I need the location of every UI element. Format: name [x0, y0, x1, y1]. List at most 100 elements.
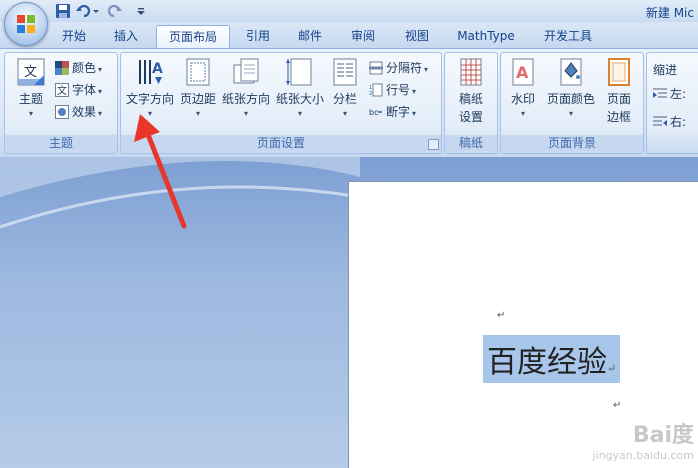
page-borders-button[interactable]: 页面 边框: [599, 57, 639, 125]
tab-developer[interactable]: 开发工具: [532, 25, 604, 47]
group-manuscript: 稿纸 设置 稿纸: [444, 52, 498, 154]
hyphenation-label: 断字: [386, 105, 411, 119]
theme-fonts-label: 字体: [72, 83, 97, 97]
document-area: ↵ 百度经验↵ ↵ Bai度 jingyan.baidu.com: [0, 157, 698, 468]
tab-references[interactable]: 引用: [236, 25, 280, 47]
selected-text[interactable]: 百度经验↵: [483, 335, 621, 383]
chevron-down-icon: ▾: [568, 109, 573, 118]
paragraph-mark: ↵: [497, 310, 506, 321]
chevron-down-icon: ▾: [28, 109, 33, 118]
svg-text:2: 2: [369, 91, 372, 97]
indent-right-icon: [653, 116, 667, 126]
window-title: 新建 Mic: [645, 6, 694, 20]
indent-right-field[interactable]: 右:: [653, 113, 686, 131]
chevron-down-icon: ▾: [297, 109, 302, 118]
group-label-page-setup: 页面设置: [121, 135, 441, 151]
indent-left-field[interactable]: 左:: [653, 85, 686, 103]
margins-label: 页边距: [179, 92, 216, 106]
indent-left-label: 左:: [670, 87, 687, 101]
page-borders-icon: [608, 58, 630, 86]
redo-icon[interactable]: [106, 3, 122, 19]
margins-button[interactable]: 页边距 ▾: [177, 57, 219, 118]
baidu-watermark: Bai度 jingyan.baidu.com: [534, 417, 694, 462]
undo-icon[interactable]: [76, 3, 92, 19]
tab-mathtype[interactable]: MathType: [448, 25, 524, 47]
manuscript-icon: [460, 58, 482, 86]
chevron-down-icon: ▾: [147, 109, 152, 118]
group-label-manuscript: 稿纸: [445, 135, 497, 151]
indent-right-label: 右:: [670, 115, 687, 129]
office-logo-icon: [17, 15, 35, 33]
breaks-icon: [369, 61, 383, 75]
indent-label: 缩进: [653, 63, 678, 77]
tab-view[interactable]: 视图: [394, 25, 440, 47]
tab-insert[interactable]: 插入: [104, 25, 148, 47]
tab-home[interactable]: 开始: [52, 25, 96, 47]
breaks-label: 分隔符: [386, 61, 423, 75]
hyphenation-button[interactable]: bc 断字 ▾: [369, 103, 416, 121]
columns-label: 分栏: [332, 92, 357, 106]
theme-fonts-button[interactable]: 文 字体 ▾: [55, 81, 102, 99]
svg-text:A: A: [152, 61, 163, 77]
theme-effects-icon: [55, 105, 69, 119]
size-label: 纸张大小: [275, 92, 324, 106]
chevron-down-icon: ▾: [98, 87, 103, 96]
page-borders-label-line1: 页面: [606, 92, 631, 106]
themes-icon: 文: [16, 57, 46, 87]
watermark-brand: Bai度: [632, 423, 694, 448]
breaks-button[interactable]: 分隔符 ▾: [369, 59, 428, 77]
manuscript-label-line1: 稿纸: [458, 92, 483, 106]
chevron-down-icon: ▾: [520, 109, 525, 118]
text-direction-button[interactable]: A 文字方向 ▾: [123, 57, 177, 118]
indent-left-icon: [653, 88, 667, 98]
watermark-icon: A: [512, 58, 534, 86]
office-button[interactable]: [4, 2, 48, 46]
undo-dropdown-icon[interactable]: [92, 3, 100, 19]
watermark-button[interactable]: A 水印 ▾: [503, 57, 543, 118]
theme-colors-button[interactable]: 颜色 ▾: [55, 59, 102, 77]
margins-icon: [186, 58, 210, 86]
customize-icon[interactable]: [136, 3, 146, 19]
title-bar: 新建 Mic: [0, 0, 698, 46]
text-direction-label: 文字方向: [125, 92, 174, 106]
text-direction-icon: A: [139, 60, 163, 84]
group-paragraph: 缩进 左: 右:: [646, 52, 698, 154]
tab-page-layout[interactable]: 页面布局: [156, 25, 230, 49]
svg-text:A: A: [516, 63, 529, 82]
chevron-down-icon: ▾: [98, 109, 103, 118]
ribbon-tabs: 开始 插入 页面布局 引用 邮件 审阅 视图 MathType 开发工具: [0, 22, 698, 49]
page-color-button[interactable]: 页面颜色 ▾: [543, 57, 599, 118]
theme-effects-button[interactable]: 效果 ▾: [55, 103, 102, 121]
theme-colors-label: 颜色: [72, 61, 97, 75]
manuscript-label-line2: 设置: [458, 110, 483, 124]
svg-text:文: 文: [57, 84, 67, 97]
theme-colors-icon: [55, 61, 69, 75]
chevron-down-icon: ▾: [424, 65, 429, 74]
page-color-label: 页面颜色: [546, 92, 595, 106]
themes-button[interactable]: 文 主题 ▾: [11, 57, 51, 118]
page-setup-launcher-icon[interactable]: [428, 139, 439, 150]
group-label-page-background: 页面背景: [501, 135, 643, 151]
theme-effects-label: 效果: [72, 105, 97, 119]
themes-label: 主题: [18, 92, 43, 106]
size-button[interactable]: 纸张大小 ▾: [273, 57, 327, 118]
save-icon[interactable]: [55, 3, 71, 19]
paragraph-mark: ↵: [607, 362, 617, 375]
tab-mailings[interactable]: 邮件: [288, 25, 332, 47]
watermark-site: jingyan.baidu.com: [592, 449, 694, 462]
line-numbers-icon: 1 2: [369, 83, 383, 97]
line-numbers-button[interactable]: 1 2 行号 ▾: [369, 81, 416, 99]
watermark-label: 水印: [510, 92, 535, 106]
chevron-down-icon: ▾: [243, 109, 248, 118]
chevron-down-icon: ▾: [342, 109, 347, 118]
page-borders-label-line2: 边框: [606, 110, 631, 124]
tab-review[interactable]: 审阅: [340, 25, 386, 47]
columns-button[interactable]: 分栏 ▾: [327, 57, 363, 118]
orientation-button[interactable]: 纸张方向 ▾: [219, 57, 273, 118]
chevron-down-icon: ▾: [98, 65, 103, 74]
page-color-icon: [560, 58, 582, 86]
group-page-setup: A 文字方向 ▾ 页边距 ▾ 纸张方向 ▾ 纸张大小 ▾ 分栏 ▾ 分隔符 ▾ …: [120, 52, 442, 154]
orientation-label: 纸张方向: [221, 92, 270, 106]
manuscript-setup-button[interactable]: 稿纸 设置: [449, 57, 493, 125]
paragraph-mark: ↵: [613, 400, 622, 411]
